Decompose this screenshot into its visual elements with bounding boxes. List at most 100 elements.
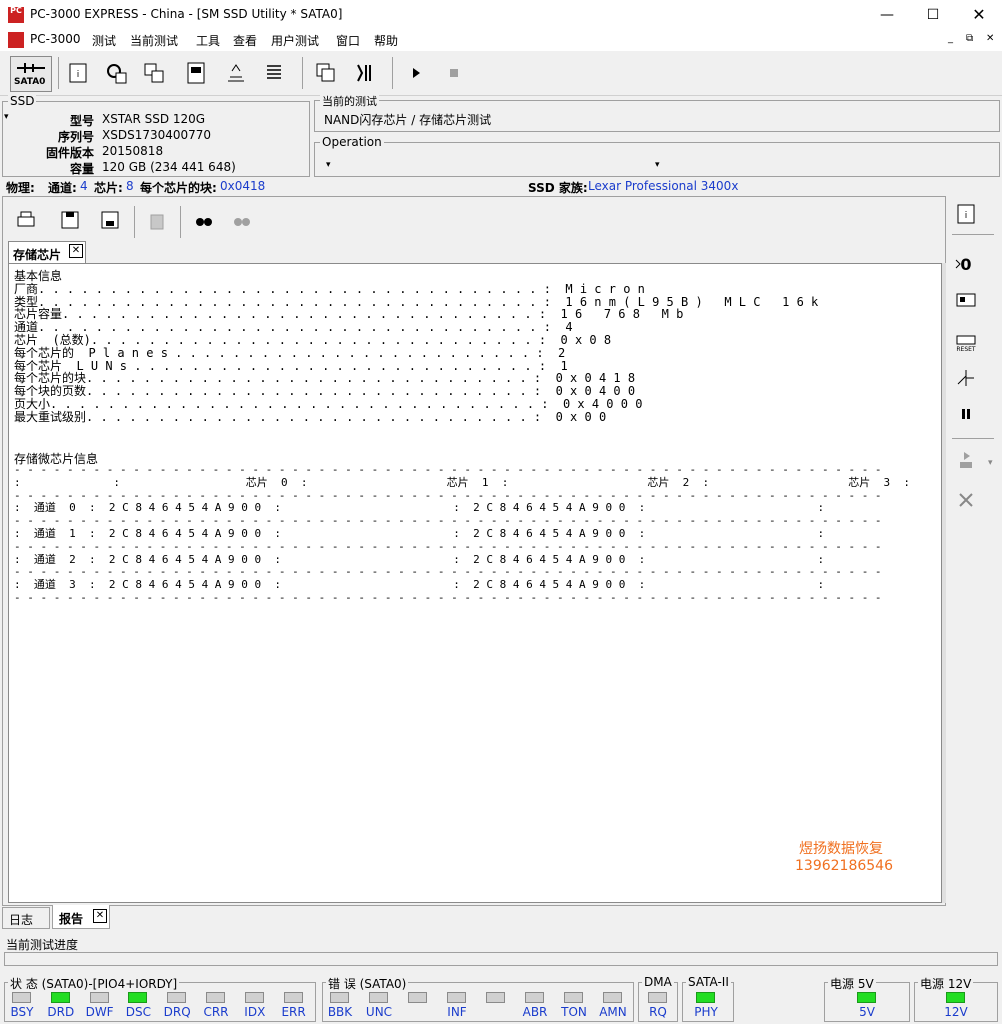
tab-report-close-icon[interactable]: ✕ bbox=[93, 909, 107, 923]
power5-led bbox=[857, 992, 876, 1003]
error-led bbox=[486, 992, 505, 1003]
gear-chip-icon[interactable] bbox=[102, 59, 130, 87]
report-line: 厂商. . . . . . . . . . . . . . . . . . . … bbox=[14, 281, 645, 296]
tab-close-icon[interactable]: ✕ bbox=[69, 244, 83, 258]
status-led bbox=[89, 992, 109, 1003]
power5-group-label: 电源 5V bbox=[828, 975, 876, 992]
find-icon[interactable] bbox=[190, 206, 218, 234]
play-icon[interactable] bbox=[402, 59, 430, 87]
chip-table-line: - - - - - - - - - - - - - - - - - - - - … bbox=[14, 463, 882, 476]
passport-icon[interactable]: i bbox=[64, 59, 92, 87]
passport-icon[interactable]: i bbox=[952, 200, 980, 228]
status-led-label: ERR bbox=[281, 1005, 306, 1019]
error-led-label: UNC bbox=[365, 1005, 393, 1019]
report-line: 每个芯片的 P l a n e s . . . . . . . . . . . … bbox=[14, 345, 566, 360]
sata-led-label: PHY bbox=[694, 1005, 718, 1019]
channels-label: 通道: bbox=[48, 181, 77, 195]
windows-icon[interactable] bbox=[312, 59, 340, 87]
minimize-button[interactable]: — bbox=[864, 0, 910, 30]
memory-map-icon[interactable] bbox=[182, 59, 210, 87]
pause-icon[interactable] bbox=[952, 400, 980, 428]
chips-icon[interactable] bbox=[140, 59, 168, 87]
menu-window[interactable]: 窗口 bbox=[336, 32, 360, 49]
dropdown-arrow-icon[interactable]: ▾ bbox=[988, 458, 993, 468]
chip-table-line: - - - - - - - - - - - - - - - - - - - - … bbox=[14, 539, 882, 553]
error-led-label: TON bbox=[561, 1005, 587, 1019]
toolbar: SATA0 i bbox=[0, 51, 1002, 96]
mdi-minimize-button[interactable]: _ bbox=[948, 33, 953, 44]
right-separator bbox=[952, 234, 994, 235]
maximize-button[interactable]: ☐ bbox=[910, 0, 956, 30]
menu-help[interactable]: 帮助 bbox=[374, 32, 398, 49]
svg-text:0: 0 bbox=[960, 255, 971, 274]
tab-label: 存储芯片 bbox=[13, 248, 62, 262]
firmware-value: 20150818 bbox=[102, 144, 164, 158]
operation-label: Operation bbox=[320, 135, 384, 149]
tab-report[interactable]: 报告 ✕ bbox=[52, 905, 110, 929]
progress-bar bbox=[4, 952, 998, 966]
menu-view[interactable]: 查看 bbox=[233, 32, 257, 49]
report-scrollbar[interactable] bbox=[942, 263, 946, 903]
tab-log-label: 日志 bbox=[9, 913, 34, 927]
sata-group-label: SATA-II bbox=[686, 975, 731, 989]
save-icon[interactable] bbox=[56, 206, 84, 234]
toolbar-separator bbox=[134, 206, 135, 238]
menu-test[interactable]: 测试 bbox=[92, 32, 116, 49]
operation-dropdown-left[interactable]: ▾ bbox=[326, 160, 331, 170]
reset-icon[interactable]: RESET bbox=[952, 326, 980, 354]
tab-log[interactable]: 日志 bbox=[2, 907, 50, 929]
error-led-label: BBK bbox=[327, 1005, 353, 1019]
menu-user-test[interactable]: 用户测试 bbox=[271, 32, 319, 49]
chips-label: 芯片: bbox=[94, 181, 123, 195]
sata-port-button[interactable]: SATA0 bbox=[10, 56, 52, 92]
blocks-value: 0x0418 bbox=[220, 179, 266, 193]
status-led bbox=[244, 992, 264, 1003]
right-toolbar: i 0 RESET ▾ bbox=[948, 196, 1000, 906]
report-line: 最大重试级别. . . . . . . . . . . . . . . . . … bbox=[14, 409, 607, 424]
error-led-label: INF bbox=[447, 1005, 467, 1019]
chips-value: 8 bbox=[126, 179, 134, 193]
menu-pc3000[interactable]: PC-3000 bbox=[30, 32, 80, 46]
board-icon[interactable] bbox=[952, 286, 980, 314]
dma-led bbox=[648, 992, 667, 1003]
menu-current-test[interactable]: 当前测试 bbox=[130, 32, 178, 49]
tools-icon[interactable] bbox=[952, 486, 980, 514]
chip-table-line: - - - - - - - - - - - - - - - - - - - - … bbox=[14, 590, 882, 604]
doc-icon bbox=[8, 32, 24, 48]
mdi-restore-button[interactable]: ⧉ bbox=[966, 33, 973, 44]
find-next-icon[interactable] bbox=[228, 206, 256, 234]
signal-icon[interactable]: 0 bbox=[952, 250, 980, 278]
status-led-label: DRQ bbox=[163, 1005, 191, 1019]
svg-text:i: i bbox=[965, 211, 968, 221]
menu-bar: PC-3000 测试 当前测试 工具 查看 用户测试 窗口 帮助 _ ⧉ ✕ bbox=[0, 30, 1002, 51]
error-led bbox=[408, 992, 427, 1003]
power-switch-icon[interactable] bbox=[952, 364, 980, 392]
chip-arrow-icon[interactable] bbox=[952, 446, 980, 474]
toolbar-separator bbox=[302, 57, 303, 89]
save-as-icon[interactable] bbox=[96, 206, 124, 234]
chart-icon[interactable] bbox=[222, 59, 250, 87]
status-led bbox=[128, 992, 148, 1003]
watermark-line1: 煜扬数据恢复 bbox=[799, 841, 883, 857]
capacity-value: 120 GB (234 441 648) bbox=[102, 160, 236, 174]
svg-text:RESET: RESET bbox=[956, 346, 976, 352]
close-button[interactable]: ✕ bbox=[956, 0, 1002, 30]
menu-tools[interactable]: 工具 bbox=[196, 32, 220, 49]
list-icon[interactable] bbox=[260, 59, 288, 87]
progress-label: 当前测试进度 bbox=[6, 938, 79, 952]
serial-value: XSDS1730400770 bbox=[102, 128, 212, 142]
blocks-label: 每个芯片的块: bbox=[140, 181, 217, 195]
dma-group-label: DMA bbox=[642, 975, 674, 989]
model-value: XSTAR SSD 120G bbox=[102, 112, 206, 126]
tool-icon[interactable] bbox=[350, 59, 378, 87]
mdi-close-button[interactable]: ✕ bbox=[986, 33, 994, 44]
operation-dropdown-right[interactable]: ▾ bbox=[655, 160, 660, 170]
stop-icon[interactable] bbox=[440, 59, 468, 87]
copy-icon[interactable] bbox=[144, 206, 172, 234]
family-label: SSD 家族: bbox=[528, 181, 588, 195]
status-group-label: 状 态 (SATA0)-[PIO4+IORDY] bbox=[8, 975, 180, 992]
tab-memory-chip[interactable]: 存储芯片 ✕ bbox=[8, 241, 86, 263]
toolbar-separator bbox=[58, 57, 59, 89]
family-value: Lexar Professional 3400x bbox=[588, 179, 739, 193]
print-icon[interactable] bbox=[12, 206, 40, 234]
